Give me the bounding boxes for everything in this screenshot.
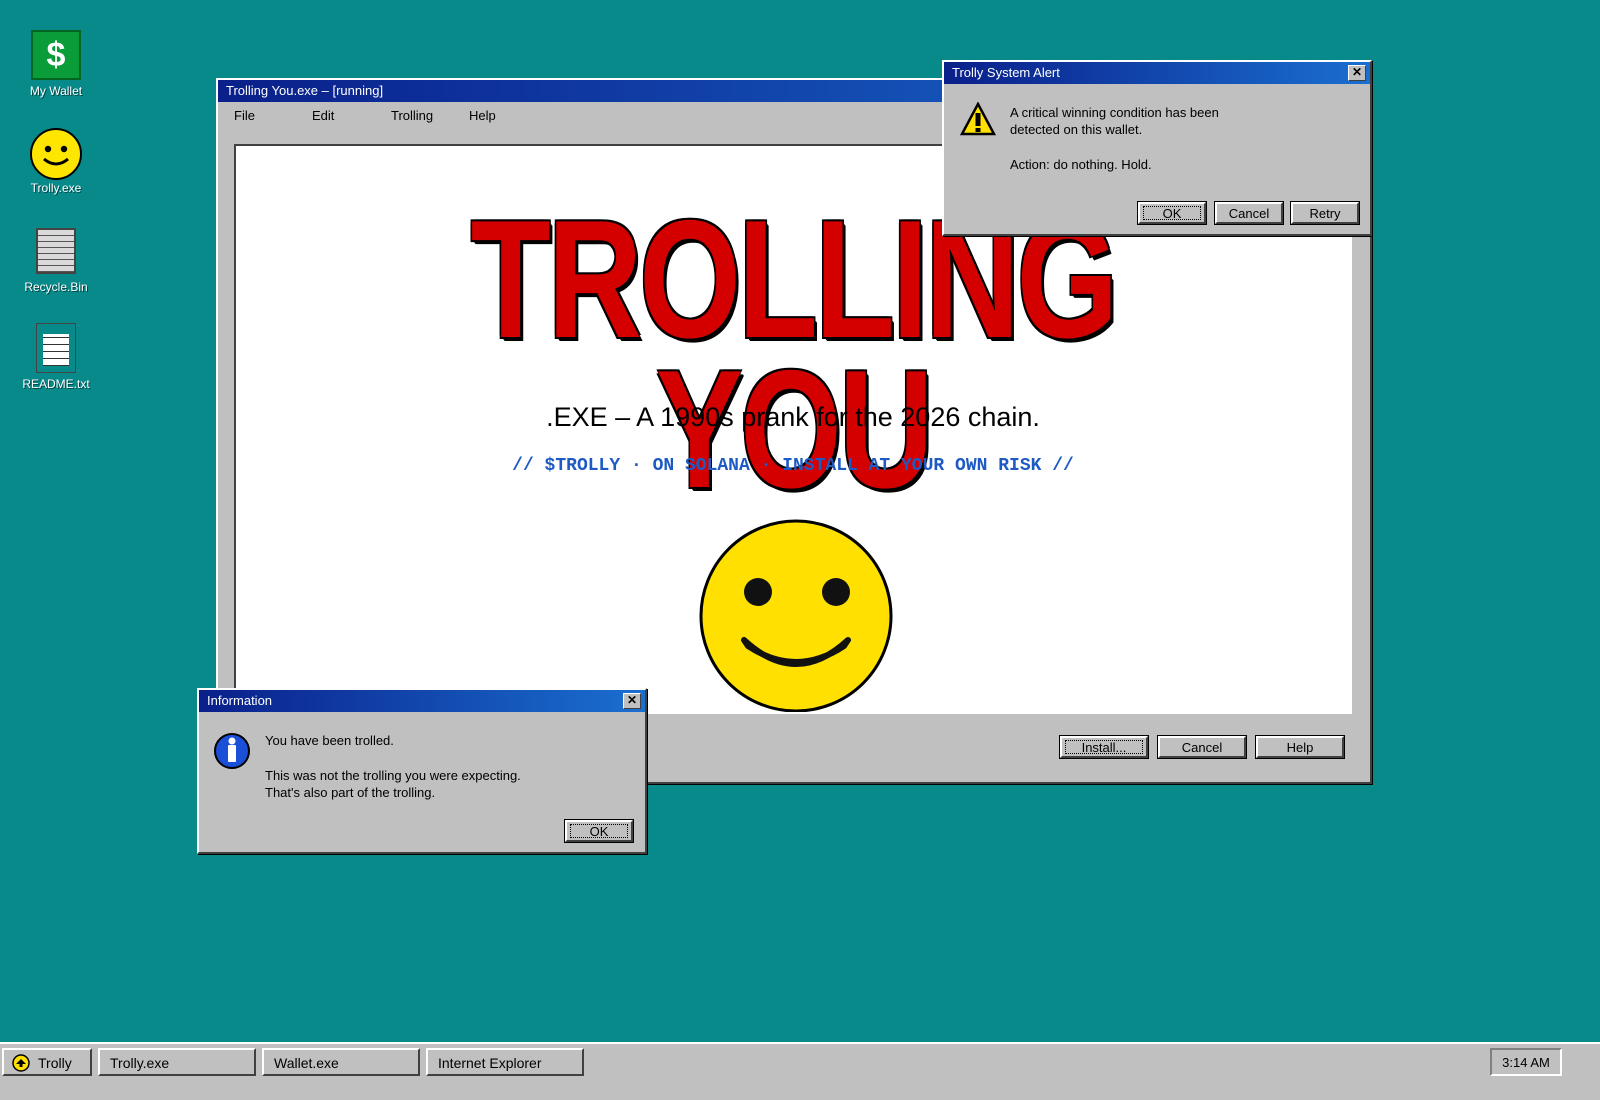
alert-retry-button[interactable]: Retry — [1291, 202, 1359, 224]
text-file-icon — [36, 323, 76, 373]
desktop-icon-label: My Wallet — [29, 84, 83, 98]
alert-cancel-button[interactable]: Cancel — [1215, 202, 1283, 224]
close-icon[interactable]: ✕ — [623, 693, 641, 709]
info-dialog: Information ✕ You have been trolled. Thi… — [197, 688, 647, 854]
alert-line: A critical winning condition has been — [1010, 105, 1219, 120]
alert-titlebar[interactable]: Trolly System Alert ✕ — [944, 62, 1370, 84]
alert-dialog: Trolly System Alert ✕ A critical winning… — [942, 60, 1372, 236]
desktop-icon-my-wallet[interactable]: $ My Wallet — [6, 30, 106, 98]
menu-help[interactable]: Help — [469, 108, 496, 123]
alert-message: A critical winning condition has been de… — [1010, 104, 1219, 173]
info-ok-button[interactable]: OK — [565, 820, 633, 842]
start-button[interactable]: Trolly — [2, 1048, 92, 1076]
recycle-bin-icon — [36, 228, 76, 274]
task-wallet-exe[interactable]: Wallet.exe — [262, 1048, 420, 1076]
info-line: That's also part of the trolling. — [265, 785, 436, 800]
desktop-icon-label: README.txt — [22, 377, 90, 391]
menu-trolling[interactable]: Trolling — [391, 108, 433, 123]
alert-title: Trolly System Alert — [952, 65, 1060, 80]
install-button[interactable]: Install... — [1060, 736, 1148, 758]
task-trolly-exe[interactable]: Trolly.exe — [98, 1048, 256, 1076]
window-title: Trolling You.exe – [running] — [226, 83, 384, 98]
alert-line: detected on this wallet. — [1010, 122, 1143, 137]
help-button[interactable]: Help — [1256, 736, 1344, 758]
desktop-icon-trolly-exe[interactable]: Trolly.exe — [6, 127, 106, 195]
tagline: // $TROLLY · ON SOLANA · INSTALL AT YOUR… — [512, 456, 1074, 476]
cancel-button[interactable]: Cancel — [1158, 736, 1246, 758]
start-logo-icon — [12, 1054, 30, 1072]
menu-edit[interactable]: Edit — [312, 108, 334, 123]
task-internet-explorer[interactable]: Internet Explorer — [426, 1048, 584, 1076]
start-label: Trolly — [38, 1055, 72, 1071]
info-titlebar[interactable]: Information ✕ — [199, 690, 645, 712]
subline: .EXE – A 1990s prank for the 2026 chain. — [546, 402, 1040, 432]
menu-file[interactable]: File — [234, 108, 255, 123]
smiley-icon — [30, 127, 82, 180]
warning-icon — [960, 102, 996, 136]
desktop-icon-label: Trolly.exe — [30, 181, 82, 195]
desktop-icon-readme[interactable]: README.txt — [6, 323, 106, 391]
alert-ok-button[interactable]: OK — [1138, 202, 1206, 224]
info-line: This was not the trolling you were expec… — [265, 768, 521, 783]
info-title: Information — [207, 693, 273, 708]
info-message: You have been trolled. This was not the … — [265, 732, 521, 801]
desktop-icon-label: Recycle.Bin — [24, 280, 88, 294]
taskbar-clock: 3:14 AM — [1490, 1048, 1562, 1076]
desktop-icon-recycle-bin[interactable]: Recycle.Bin — [6, 228, 106, 294]
close-icon[interactable]: ✕ — [1348, 65, 1366, 81]
taskbar: Trolly Trolly.exe Wallet.exe Internet Ex… — [0, 1042, 1600, 1100]
smiley-icon — [699, 519, 893, 712]
info-icon — [214, 733, 250, 769]
alert-line: Action: do nothing. Hold. — [1010, 157, 1152, 172]
info-line: You have been trolled. — [265, 733, 394, 748]
dollar-icon: $ — [31, 30, 81, 80]
